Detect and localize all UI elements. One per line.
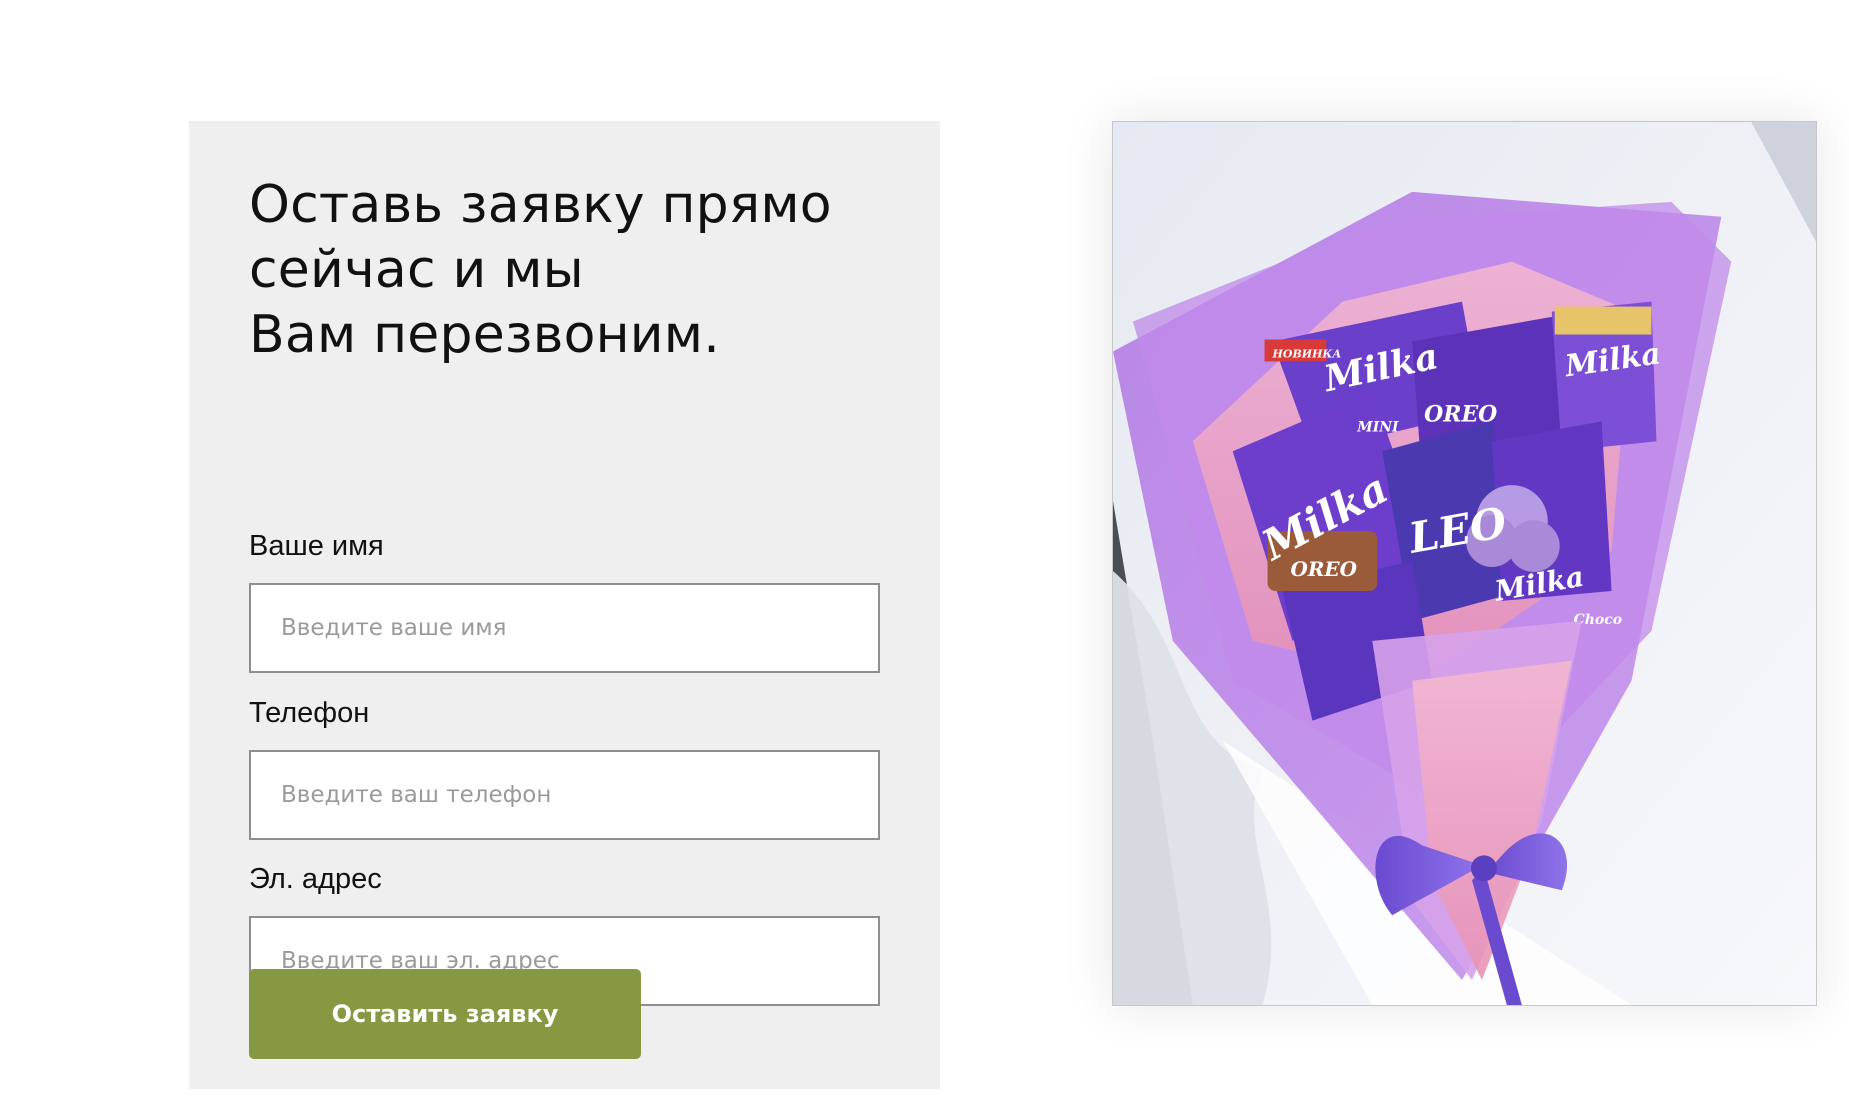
submit-request-button[interactable]: Оставить заявку [249,969,641,1059]
product-photo: НОВИНКА Milka Milka Milka Milka LEO OREO… [1112,121,1817,1006]
choco-text: Choco [1574,612,1622,628]
name-field-label: Ваше имя [249,530,384,562]
phone-input[interactable] [249,750,880,840]
name-input[interactable] [249,583,880,673]
callback-form-card: Оставь заявку прямо сейчас и мы Вам пере… [189,121,940,1089]
phone-field-label: Телефон [249,697,370,729]
mini-text: MINI [1356,419,1399,435]
oreo-logo-text: OREO [1290,557,1357,581]
callback-form: Оставь заявку прямо сейчас и мы Вам пере… [249,173,880,1059]
form-title: Оставь заявку прямо сейчас и мы Вам пере… [249,175,832,365]
name-field-group: Ваше имя [249,529,880,673]
ribbon-knot [1470,855,1497,882]
gold-foil-shape [1554,306,1652,335]
email-field-label: Эл. адрес [249,863,382,895]
phone-field-group: Телефон [249,696,880,840]
candy-bouquet-image: НОВИНКА Milka Milka Milka Milka LEO OREO… [1113,122,1816,1005]
oreo-logo-text: OREO [1424,401,1497,427]
